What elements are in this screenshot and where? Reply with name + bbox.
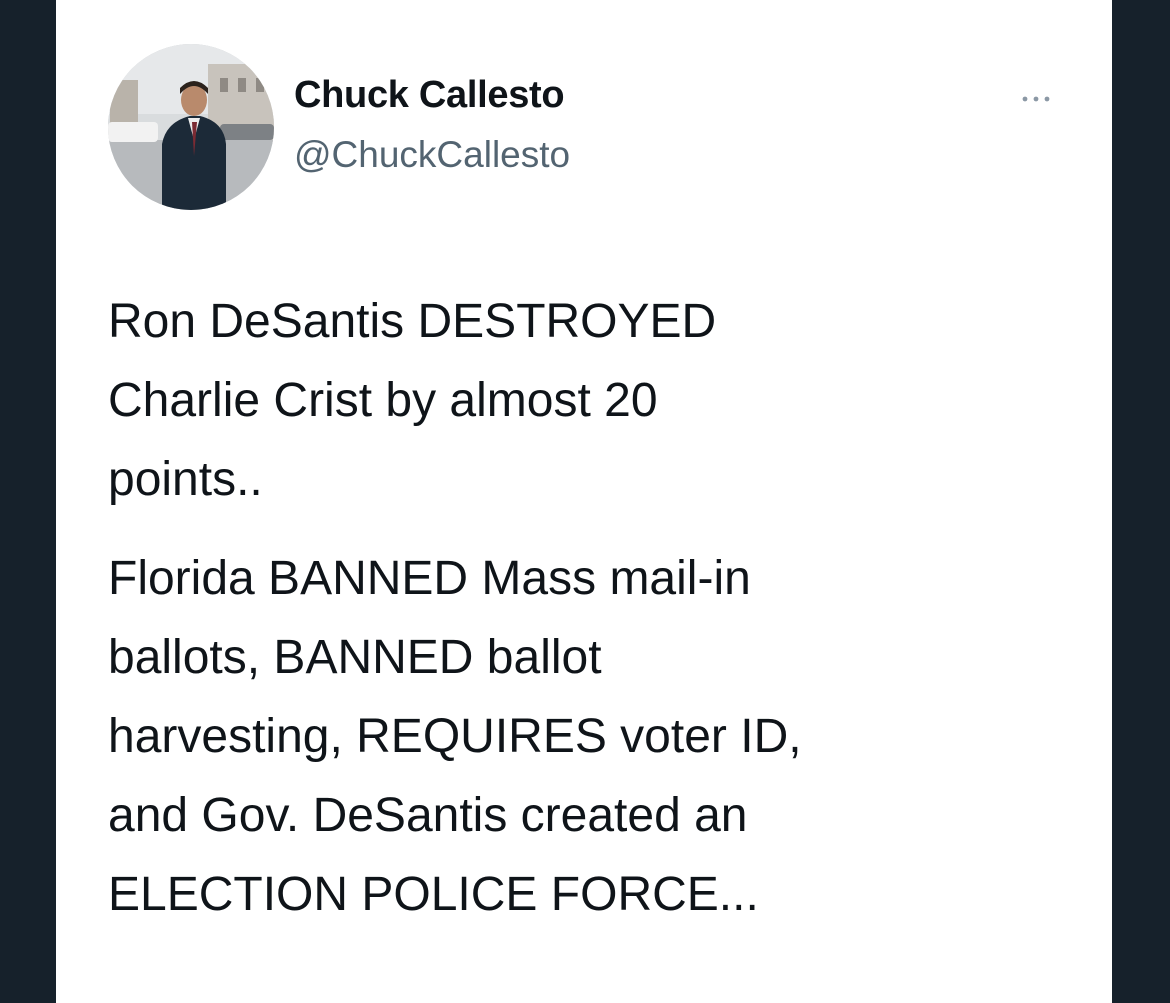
tweet-card: Chuck Callesto @ChuckCallesto Ron DeSant… (56, 0, 1112, 1003)
more-options-button[interactable] (1012, 84, 1060, 114)
tweet-paragraph: Ron DeSantis DESTROYED Charlie Crist by … (108, 295, 717, 506)
display-name[interactable]: Chuck Callesto (294, 74, 565, 117)
ellipsis-icon (1022, 96, 1050, 102)
tweet-text: Ron DeSantis DESTROYED Charlie Crist by … (108, 282, 1068, 934)
avatar[interactable] (108, 44, 274, 210)
user-handle[interactable]: @ChuckCallesto (294, 134, 570, 176)
tweet-paragraph: Florida BANNED Mass mail-in ballots, BAN… (108, 552, 802, 921)
profile-photo-icon (108, 44, 274, 210)
